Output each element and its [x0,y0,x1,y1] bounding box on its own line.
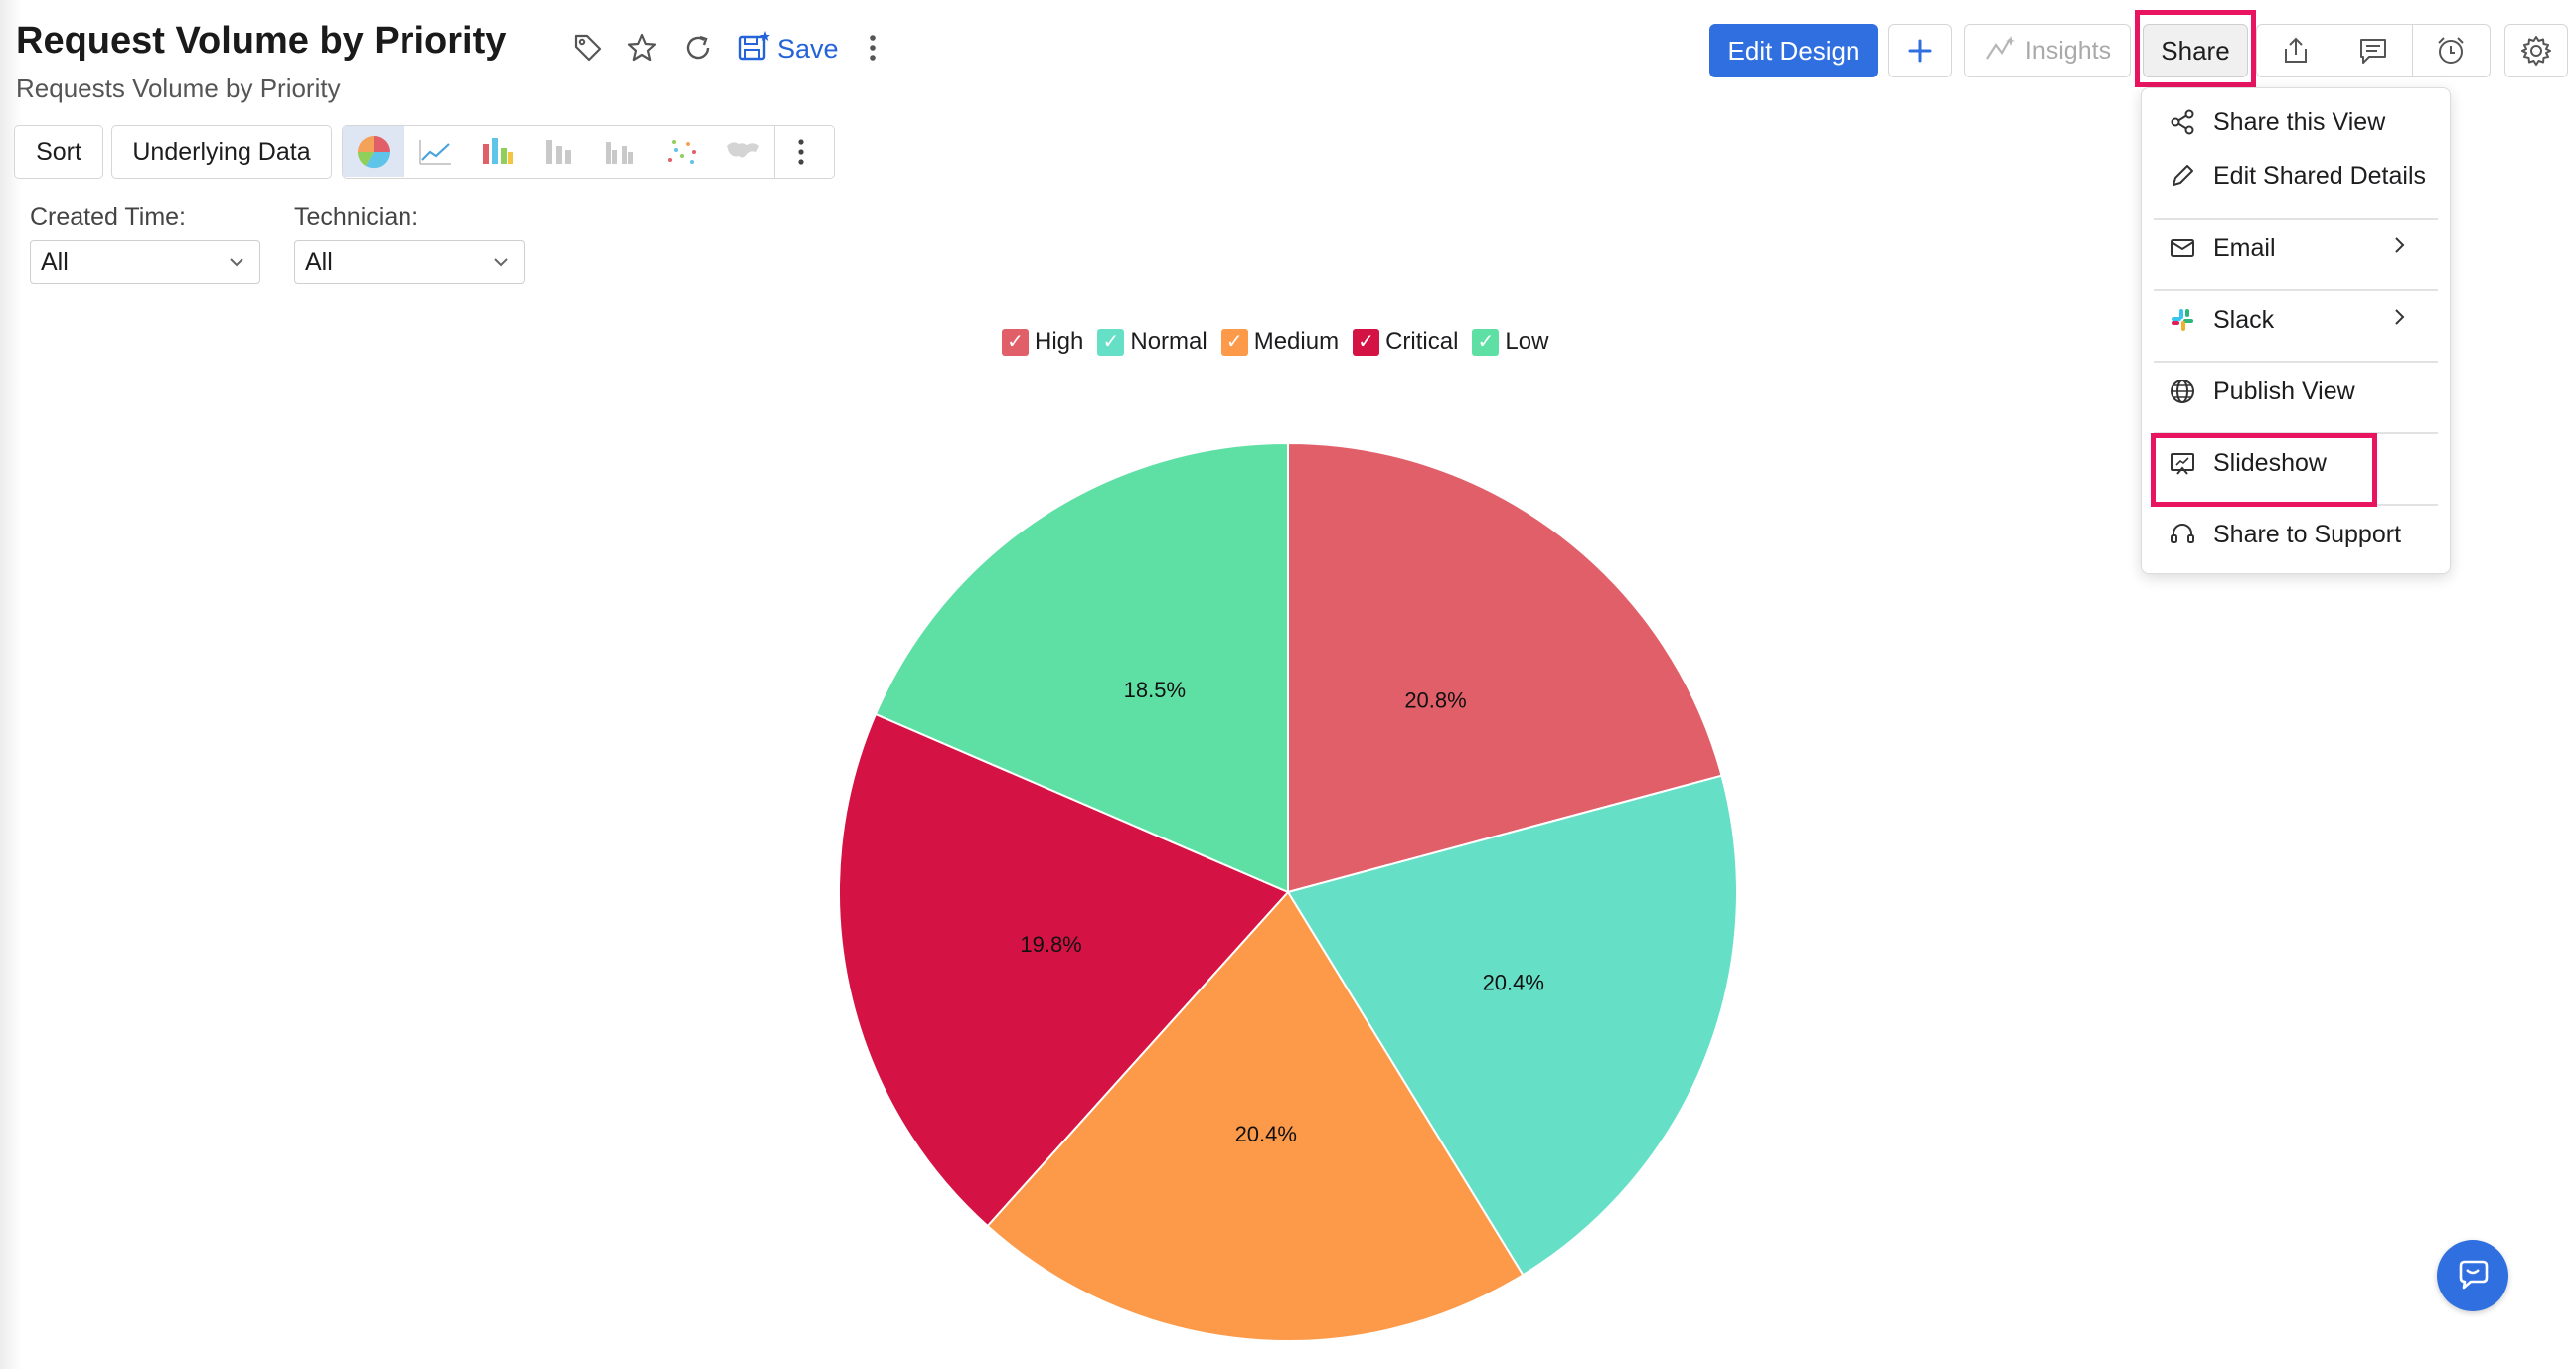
chat-button[interactable] [2437,1240,2508,1311]
pie-data-label: 20.4% [1483,970,1544,994]
chat-icon [2459,1260,2489,1290]
pie-data-label: 18.5% [1124,678,1186,702]
pie-data-label: 20.8% [1404,687,1466,712]
pie-chart: 20.8% 20.4% 20.4% 19.8% 18.5% [838,441,1738,1342]
pie-data-label: 19.8% [1020,932,1081,957]
pie-data-label: 20.4% [1235,1122,1297,1146]
